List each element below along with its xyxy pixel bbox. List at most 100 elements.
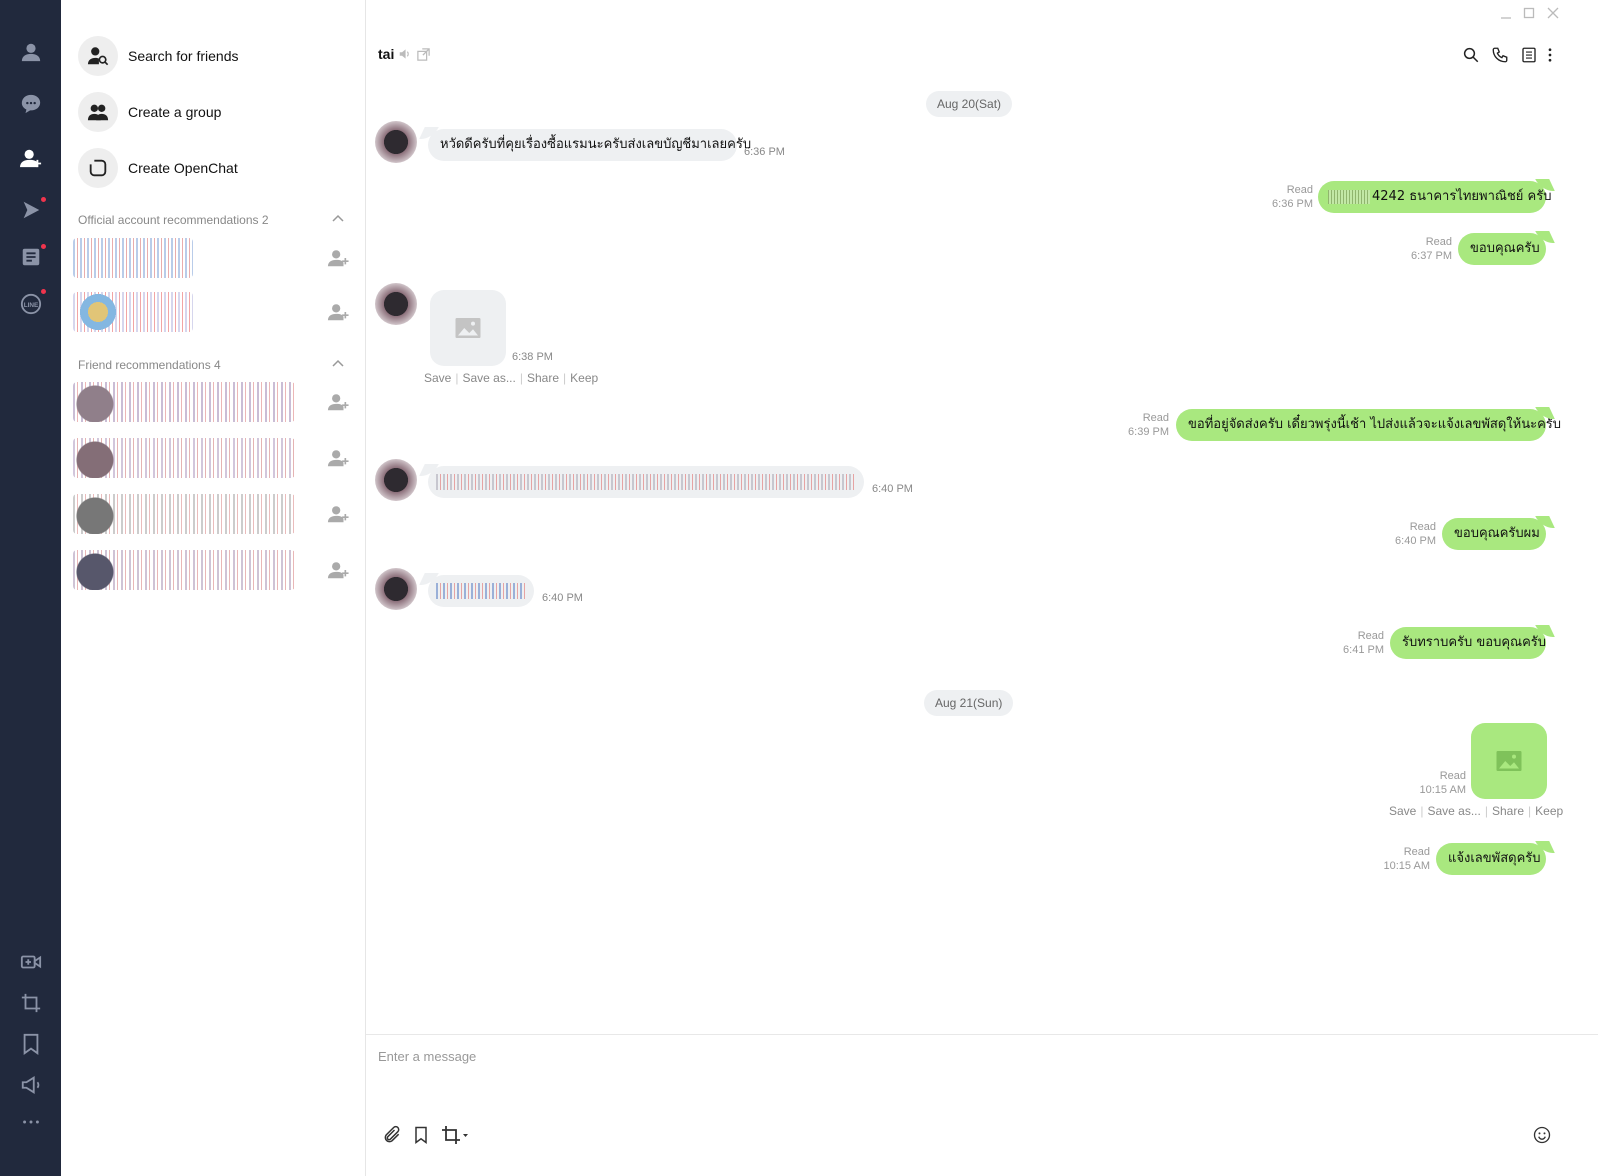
create-openchat-button[interactable]: Create OpenChat — [78, 147, 238, 189]
message-meta: Read 10:15 AM — [1384, 845, 1430, 873]
message-time: 10:15 AM — [1419, 784, 1466, 796]
maximize-icon[interactable] — [1522, 6, 1536, 20]
read-receipt: Read — [1142, 412, 1169, 424]
phone-icon[interactable] — [1491, 46, 1509, 64]
share-link[interactable]: Share — [527, 371, 559, 385]
add-friend-icon[interactable] — [327, 447, 349, 469]
outgoing-image[interactable] — [1471, 723, 1547, 799]
official-account-item[interactable] — [73, 288, 353, 338]
outgoing-message[interactable]: ขอบคุณครับผม — [1442, 518, 1546, 550]
chats-tab[interactable] — [0, 83, 61, 125]
message-composer — [366, 1034, 1598, 1176]
open-window-icon[interactable] — [416, 47, 431, 62]
save-as-link[interactable]: Save as... — [462, 371, 515, 385]
message-time: 6:38 PM — [512, 351, 553, 363]
search-friends-button[interactable]: Search for friends — [78, 35, 239, 77]
chevron-up-icon[interactable] — [331, 212, 345, 226]
outgoing-message[interactable]: ขอบคุณครับ — [1458, 233, 1546, 265]
outgoing-message[interactable]: 4242 ธนาคารไทยพาณิชย์ ครับ — [1318, 181, 1551, 213]
more-menu-button[interactable] — [0, 1101, 61, 1143]
share-link[interactable]: Share — [1492, 804, 1524, 818]
search-friend-icon — [87, 47, 109, 66]
group-icon — [87, 104, 109, 121]
keep-link[interactable]: Keep — [1535, 804, 1563, 818]
blurred-friend-avatar — [73, 438, 295, 478]
message-time: 6:40 PM — [872, 483, 913, 495]
read-receipt: Read — [1286, 184, 1313, 196]
search-friends-label: Search for friends — [128, 48, 239, 64]
add-friend-icon[interactable] — [327, 559, 349, 581]
friend-recommendation-item[interactable] — [73, 378, 353, 428]
announcements-button[interactable] — [0, 1064, 61, 1106]
megaphone-icon — [21, 1076, 39, 1094]
line-services-tab[interactable]: LINE — [0, 283, 61, 325]
create-openchat-label: Create OpenChat — [128, 160, 238, 176]
add-friend-icon[interactable] — [327, 301, 349, 323]
emoji-icon[interactable] — [1532, 1125, 1552, 1145]
notification-dot — [41, 244, 46, 249]
chat-title: tai — [378, 46, 395, 62]
incoming-message[interactable] — [428, 575, 534, 607]
keep-link[interactable]: Keep — [570, 371, 598, 385]
outgoing-message[interactable]: รับทราบครับ ขอบคุณครับ — [1390, 627, 1546, 659]
news-icon — [22, 248, 39, 266]
contact-avatar[interactable] — [375, 283, 417, 325]
contact-avatar[interactable] — [375, 459, 417, 501]
read-receipt: Read — [1357, 630, 1384, 642]
outgoing-message[interactable]: แจ้งเลขพัสดุครับ — [1436, 843, 1546, 875]
more-options-icon[interactable] — [1544, 46, 1556, 64]
voom-tab[interactable] — [0, 189, 61, 231]
add-friend-icon[interactable] — [327, 391, 349, 413]
chevron-up-icon[interactable] — [331, 357, 345, 371]
video-call-button[interactable] — [0, 941, 61, 983]
message-time: 6:36 PM — [1272, 198, 1313, 210]
redacted-text — [436, 583, 526, 599]
notes-icon[interactable] — [1520, 46, 1538, 64]
add-friends-tab[interactable] — [0, 137, 61, 179]
message-time: 10:15 AM — [1383, 860, 1430, 872]
message-meta: Read 6:37 PM — [1411, 235, 1452, 263]
incoming-message[interactable] — [428, 466, 864, 498]
blurred-account-avatar — [73, 292, 193, 332]
bookmark-icon[interactable] — [411, 1125, 431, 1145]
contact-avatar[interactable] — [375, 568, 417, 610]
search-icon[interactable] — [1462, 46, 1480, 64]
openchat-icon — [89, 159, 107, 177]
news-tab[interactable] — [0, 236, 61, 278]
save-link[interactable]: Save — [1389, 804, 1416, 818]
message-meta: Read 6:40 PM — [1395, 520, 1436, 548]
close-icon[interactable] — [1546, 6, 1560, 20]
line-icon: LINE — [20, 293, 41, 315]
screenshot-button[interactable] — [0, 982, 61, 1024]
date-divider: Aug 20(Sat) — [926, 91, 1013, 117]
redacted-account-number — [1328, 190, 1370, 204]
message-meta: Read 6:41 PM — [1343, 629, 1384, 657]
read-receipt: Read — [1439, 770, 1466, 782]
add-friend-icon — [19, 149, 41, 168]
friend-recommendation-item[interactable] — [73, 490, 353, 540]
minimize-icon[interactable] — [1499, 6, 1513, 20]
add-friend-icon[interactable] — [327, 247, 349, 269]
friends-tab[interactable] — [0, 31, 61, 73]
add-friends-panel: Search for friends Create a group Create… — [61, 0, 366, 1176]
add-friend-icon[interactable] — [327, 503, 349, 525]
message-input[interactable] — [378, 1045, 1478, 1067]
keep-button[interactable] — [0, 1023, 61, 1065]
more-icon — [22, 1120, 39, 1124]
image-actions: Save | Save as... | Share | Keep — [1389, 804, 1564, 818]
crop-icon — [21, 993, 40, 1013]
friend-recommendation-item[interactable] — [73, 546, 353, 596]
incoming-message[interactable]: หวัดดีครับที่คุยเรื่องซื้อแรมนะครับส่งเล… — [428, 129, 751, 161]
attachment-icon[interactable] — [382, 1125, 402, 1145]
friend-recommendation-item[interactable] — [73, 434, 353, 484]
official-account-item[interactable] — [73, 234, 353, 284]
screenshot-dropdown-icon[interactable] — [441, 1125, 469, 1145]
create-group-button[interactable]: Create a group — [78, 91, 221, 133]
incoming-image[interactable] — [430, 290, 506, 366]
save-as-link[interactable]: Save as... — [1427, 804, 1480, 818]
speaker-icon — [399, 49, 409, 59]
contact-avatar[interactable] — [375, 121, 417, 163]
image-actions: Save | Save as... | Share | Keep — [424, 371, 599, 385]
outgoing-message[interactable]: ขอที่อยู่จัดส่งครับ เดี๋ยวพรุ่งนี้เช้า ไ… — [1176, 409, 1561, 441]
save-link[interactable]: Save — [424, 371, 451, 385]
